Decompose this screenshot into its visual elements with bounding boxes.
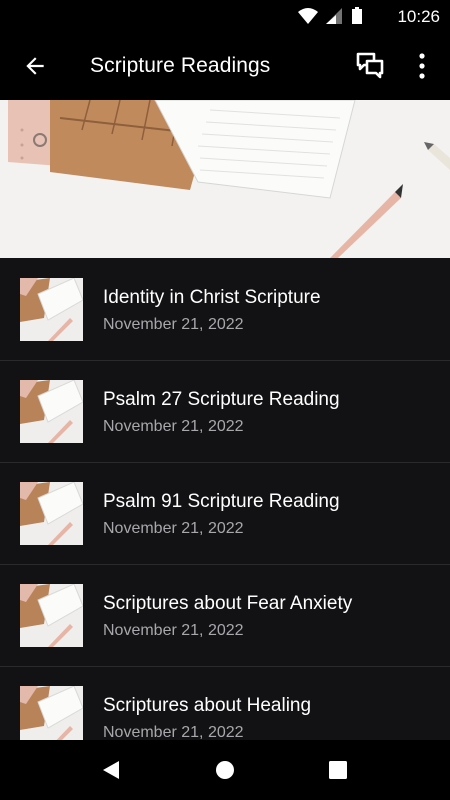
app-bar: Scripture Readings	[0, 32, 450, 100]
chat-bubbles-icon[interactable]	[355, 51, 385, 81]
nav-recents-icon[interactable]	[327, 759, 349, 781]
thumbnail-image	[20, 482, 83, 545]
item-date: November 21, 2022	[103, 724, 244, 740]
thumbnail-image	[20, 380, 83, 443]
thumbnail-image	[20, 584, 83, 647]
item-date: November 21, 2022	[103, 520, 244, 537]
list-item[interactable]: Psalm 91 Scripture Reading November 21, …	[0, 462, 450, 565]
item-date: November 21, 2022	[103, 418, 244, 435]
item-title: Identity in Christ Scripture	[103, 287, 321, 308]
item-date: November 21, 2022	[103, 316, 244, 333]
status-icons	[298, 7, 362, 24]
item-date: November 21, 2022	[103, 622, 244, 639]
nav-back-icon[interactable]	[100, 759, 122, 781]
status-bar: 10:26	[0, 0, 450, 32]
wifi-icon	[298, 8, 318, 24]
system-nav-bar	[0, 740, 450, 800]
page-title: Scripture Readings	[90, 54, 271, 77]
more-vertical-icon[interactable]	[414, 52, 430, 80]
battery-icon	[352, 7, 362, 24]
header-image	[0, 100, 450, 258]
thumbnail-image	[20, 278, 83, 341]
item-title: Scriptures about Fear Anxiety	[103, 593, 353, 614]
item-title: Psalm 91 Scripture Reading	[103, 491, 340, 512]
arrow-back-icon[interactable]	[22, 53, 48, 79]
item-title: Psalm 27 Scripture Reading	[103, 389, 340, 410]
status-time: 10:26	[397, 7, 440, 26]
list-item[interactable]: Scriptures about Healing November 21, 20…	[0, 666, 450, 740]
readings-list: Identity in Christ Scripture November 21…	[0, 258, 450, 740]
thumbnail-image	[20, 686, 83, 740]
nav-home-icon[interactable]	[214, 759, 236, 781]
list-item[interactable]: Identity in Christ Scripture November 21…	[0, 258, 450, 361]
cell-signal-icon	[326, 8, 342, 24]
list-item[interactable]: Scriptures about Fear Anxiety November 2…	[0, 564, 450, 667]
desk-stationery-image	[0, 100, 450, 258]
item-title: Scriptures about Healing	[103, 695, 312, 716]
list-item[interactable]: Psalm 27 Scripture Reading November 21, …	[0, 360, 450, 463]
